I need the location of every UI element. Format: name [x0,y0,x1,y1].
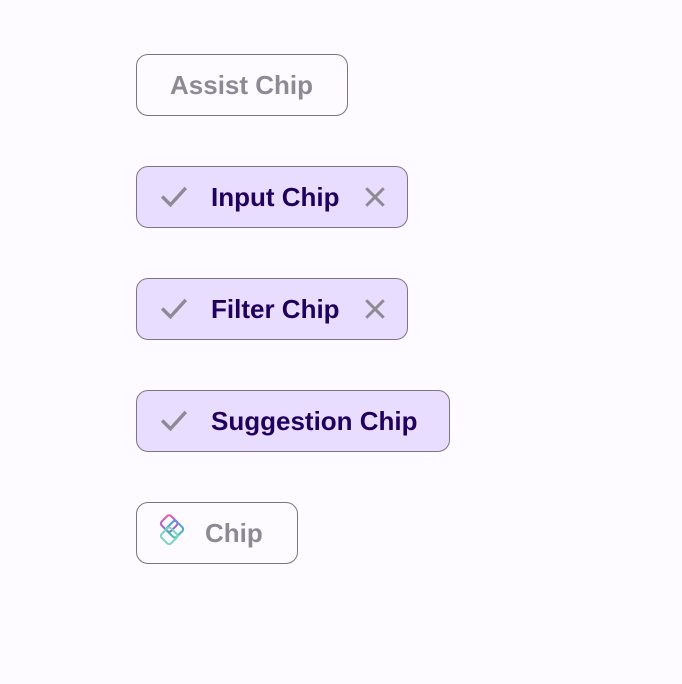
close-icon[interactable] [360,294,390,324]
assist-chip[interactable]: Assist Chip [136,54,348,116]
input-chip[interactable]: Input Chip [136,166,408,228]
check-icon [157,180,191,214]
filter-chip[interactable]: Filter Chip [136,278,408,340]
plain-chip-label: Chip [205,518,263,548]
assist-chip-label: Assist Chip [170,70,314,100]
suggestion-chip-label: Suggestion Chip [211,406,418,436]
close-icon[interactable] [360,182,390,212]
plain-chip[interactable]: Chip [136,502,298,564]
app-logo-icon [153,514,191,552]
check-icon [157,404,191,438]
filter-chip-label: Filter Chip [211,294,340,324]
input-chip-label: Input Chip [211,182,340,212]
suggestion-chip[interactable]: Suggestion Chip [136,390,450,452]
check-icon [157,292,191,326]
